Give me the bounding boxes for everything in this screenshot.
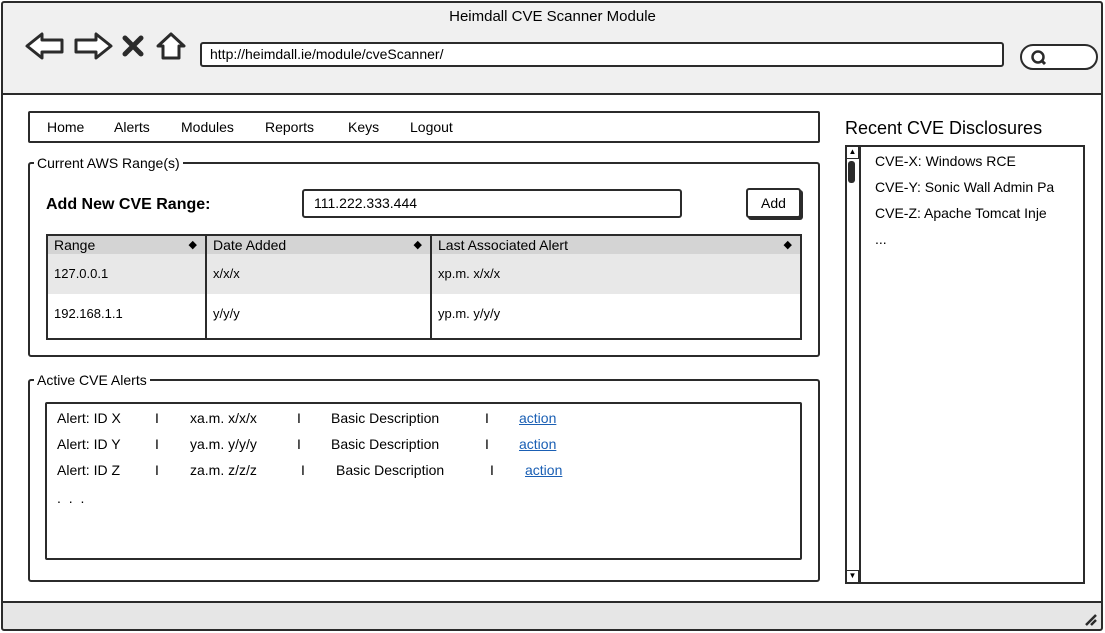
current-range-legend: Current AWS Range(s) <box>37 155 180 171</box>
separator: I <box>297 436 301 452</box>
scroll-thumb[interactable] <box>848 161 855 183</box>
recent-disclosures-title: Recent CVE Disclosures <box>845 118 1043 138</box>
separator: I <box>155 462 159 478</box>
alert-description: Basic Description <box>336 462 445 478</box>
table-row[interactable]: 127.0.0.1 x/x/x xp.m. x/x/x <box>48 254 800 294</box>
column-header-last-alert[interactable]: Last Associated Alert ◆ <box>432 236 800 254</box>
action-link[interactable]: action <box>525 462 562 478</box>
scroll-down-icon[interactable]: ▼ <box>846 570 859 583</box>
cell-last-alert: xp.m. x/x/x <box>438 266 501 281</box>
alert-id: Alert: ID X <box>57 410 121 426</box>
alert-time: za.m. z/z/z <box>190 462 257 478</box>
range-input[interactable]: 111.222.333.444 <box>302 189 682 218</box>
table-row[interactable]: 192.168.1.1 y/y/y yp.m. y/y/y <box>48 294 800 334</box>
nav-menu: Home Alerts Modules Reports Keys Logout <box>28 111 820 143</box>
separator: I <box>155 410 159 426</box>
separator: I <box>485 436 489 452</box>
menu-item-modules[interactable]: Modules <box>181 119 234 135</box>
column-header-range[interactable]: Range ◆ <box>48 236 205 254</box>
menu-item-keys[interactable]: Keys <box>348 119 379 135</box>
cell-range: 192.168.1.1 <box>54 306 123 321</box>
cell-date-added: x/x/x <box>213 266 240 281</box>
column-divider <box>430 236 432 338</box>
alert-time: xa.m. x/x/x <box>190 410 257 426</box>
column-divider <box>205 236 207 338</box>
separator: I <box>301 462 305 478</box>
separator: I <box>485 410 489 426</box>
menu-item-home[interactable]: Home <box>47 119 84 135</box>
menu-item-reports[interactable]: Reports <box>265 119 314 135</box>
action-link[interactable]: action <box>519 410 556 426</box>
alert-id: Alert: ID Y <box>57 436 121 452</box>
menu-item-alerts[interactable]: Alerts <box>114 119 150 135</box>
add-button[interactable]: Add <box>746 188 801 218</box>
sort-icon[interactable]: ◆ <box>189 236 197 254</box>
cell-range: 127.0.0.1 <box>54 266 109 281</box>
sort-icon[interactable]: ◆ <box>784 236 792 254</box>
range-table: Range ◆ Date Added ◆ Last Associated Alert… <box>46 234 802 340</box>
alert-id: Alert: ID Z <box>57 462 121 478</box>
action-link[interactable]: action <box>519 436 556 452</box>
cell-date-added: y/y/y <box>213 306 240 321</box>
more-indicator: . . . <box>57 490 87 506</box>
scrollbar[interactable]: ▲ ▼ <box>845 145 861 584</box>
column-header-date-added[interactable]: Date Added ◆ <box>207 236 430 254</box>
separator: I <box>297 410 301 426</box>
cell-last-alert: yp.m. y/y/y <box>438 306 501 321</box>
list-item[interactable]: ... <box>875 231 887 247</box>
separator: I <box>490 462 494 478</box>
scroll-up-icon[interactable]: ▲ <box>846 146 859 159</box>
list-item[interactable]: CVE-X: Windows RCE <box>875 153 1016 169</box>
list-item[interactable]: CVE-Z: Apache Tomcat Inje <box>875 205 1047 221</box>
list-item[interactable]: CVE-Y: Sonic Wall Admin Pa <box>875 179 1054 195</box>
active-alerts-legend: Active CVE Alerts <box>37 372 147 388</box>
sort-icon[interactable]: ◆ <box>414 236 422 254</box>
add-range-label: Add New CVE Range: <box>46 196 211 213</box>
alert-description: Basic Description <box>331 410 440 426</box>
menu-item-logout[interactable]: Logout <box>410 119 453 135</box>
separator: I <box>155 436 159 452</box>
recent-disclosures-list: CVE-X: Windows RCE CVE-Y: Sonic Wall Adm… <box>845 145 1085 584</box>
alert-time: ya.m. y/y/y <box>190 436 257 452</box>
alert-description: Basic Description <box>331 436 440 452</box>
alerts-list: Alert: ID X I xa.m. x/x/x I Basic Descri… <box>45 402 802 560</box>
